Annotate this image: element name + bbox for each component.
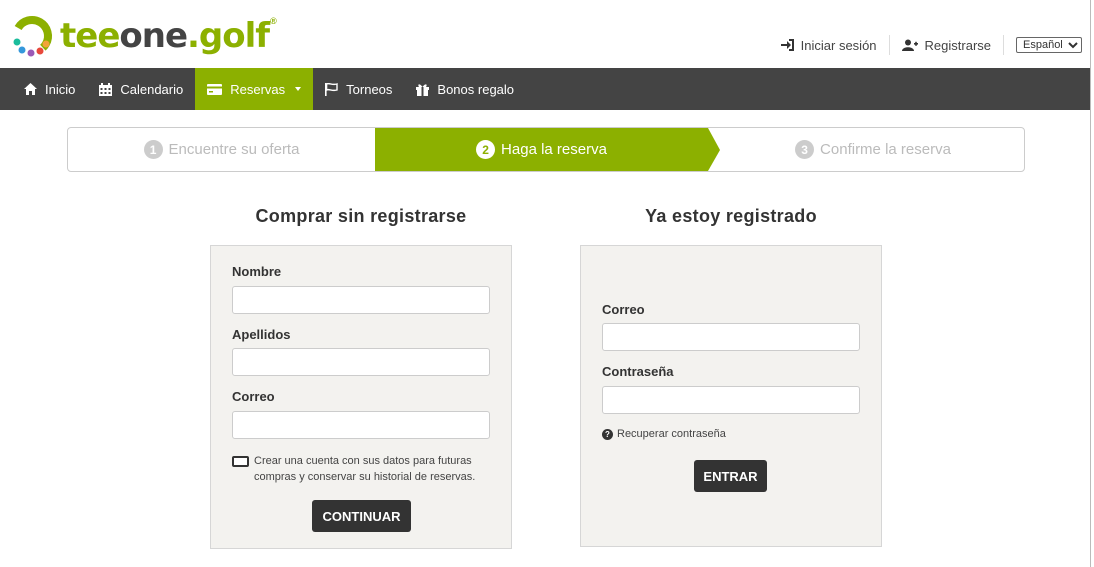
nav-item-reservas[interactable]: Reservas bbox=[195, 68, 314, 110]
nav-label: Torneos bbox=[346, 81, 393, 97]
header-links: Iniciar sesión Registrarse Español bbox=[769, 34, 1082, 56]
nav-label: Calendario bbox=[120, 81, 184, 97]
step-arrow bbox=[708, 128, 720, 171]
credit-card-icon bbox=[207, 83, 223, 95]
step-number: 1 bbox=[143, 140, 163, 159]
flag-icon bbox=[325, 82, 338, 96]
step-label: Confirme la reserva bbox=[820, 141, 951, 158]
guest-section-title: Comprar sin registrarse bbox=[255, 206, 467, 226]
step-confirm-booking: 3 Confirme la reserva bbox=[720, 128, 1024, 171]
logo-wordmark: teeone.golf® bbox=[60, 16, 277, 56]
logo-ring-icon bbox=[12, 16, 52, 57]
sign-in-icon bbox=[780, 39, 794, 51]
login-email-label: Correo bbox=[602, 302, 645, 317]
login-button[interactable]: ENTRAR bbox=[694, 460, 767, 492]
password-input[interactable] bbox=[602, 386, 860, 414]
recover-password-label: Recuperar contraseña bbox=[617, 428, 726, 440]
register-link[interactable]: Registrarse bbox=[890, 38, 1003, 53]
recover-password-link[interactable]: ? Recuperar contraseña bbox=[602, 428, 726, 440]
chevron-down-icon bbox=[295, 87, 302, 91]
nav-item-inicio[interactable]: Inicio bbox=[12, 68, 87, 110]
teeone-logo[interactable]: teeone.golf® bbox=[10, 12, 277, 60]
language-select[interactable]: Español bbox=[1016, 37, 1082, 53]
home-icon bbox=[24, 83, 37, 95]
step-label: Encuentre su oferta bbox=[168, 141, 300, 158]
header-divider bbox=[1003, 35, 1004, 55]
create-account-option[interactable]: Crear una cuenta con sus datos para futu… bbox=[232, 453, 494, 485]
step-make-booking: 2 Haga la reserva bbox=[375, 128, 708, 171]
calendar-icon bbox=[99, 82, 113, 96]
name-input[interactable] bbox=[232, 286, 490, 314]
surname-input[interactable] bbox=[232, 348, 490, 376]
booking-steps: 1 Encuentre su oferta 2 Haga la reserva … bbox=[67, 127, 1025, 172]
login-section-title: Ya estoy registrado bbox=[645, 206, 817, 226]
login-email-input[interactable] bbox=[602, 323, 860, 351]
email-input[interactable] bbox=[232, 411, 490, 439]
continue-button[interactable]: CONTINUAR bbox=[312, 500, 411, 532]
email-label: Correo bbox=[232, 389, 275, 404]
user-plus-icon bbox=[901, 39, 918, 51]
register-label: Registrarse bbox=[924, 37, 991, 53]
password-label: Contraseña bbox=[602, 364, 674, 379]
surname-label: Apellidos bbox=[232, 327, 291, 342]
main-nav: Inicio Calendario Reservas Torneos Bonos… bbox=[0, 68, 1090, 110]
login-form-panel: Correo Contraseña ? Recuperar contraseña… bbox=[580, 245, 882, 547]
nav-item-calendario[interactable]: Calendario bbox=[87, 68, 195, 110]
guest-form-panel: Nombre Apellidos Correo Crear una cuenta… bbox=[210, 245, 512, 549]
step-number: 2 bbox=[476, 140, 496, 159]
gift-icon bbox=[416, 83, 430, 96]
step-label: Haga la reserva bbox=[501, 141, 607, 158]
login-label: Iniciar sesión bbox=[800, 37, 877, 53]
create-account-text: Crear una cuenta con sus datos para futu… bbox=[254, 455, 476, 483]
window-edge bbox=[1090, 0, 1091, 567]
nav-label: Bonos regalo bbox=[437, 81, 515, 97]
nav-item-bonos-regalo[interactable]: Bonos regalo bbox=[404, 68, 526, 110]
step-number: 3 bbox=[795, 140, 815, 159]
site-header: teeone.golf® Iniciar sesión Registrarse … bbox=[0, 0, 1090, 68]
nav-item-torneos[interactable]: Torneos bbox=[313, 68, 404, 110]
create-account-checkbox[interactable] bbox=[232, 456, 249, 467]
name-label: Nombre bbox=[232, 264, 282, 279]
nav-label: Reservas bbox=[230, 81, 286, 97]
question-circle-icon: ? bbox=[602, 428, 613, 440]
nav-label: Inicio bbox=[45, 81, 76, 97]
step-find-offer[interactable]: 1 Encuentre su oferta bbox=[68, 128, 375, 171]
login-link[interactable]: Iniciar sesión bbox=[769, 38, 889, 53]
